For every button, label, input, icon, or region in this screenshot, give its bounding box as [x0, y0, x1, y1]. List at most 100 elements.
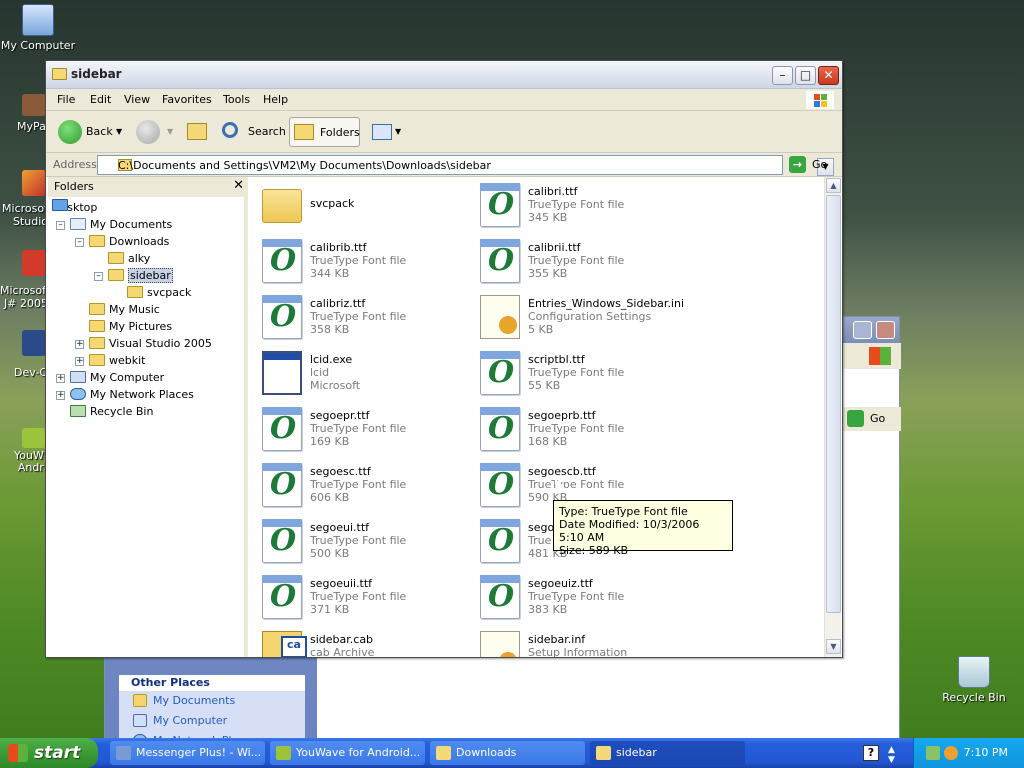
tree-item-svcpack[interactable]: svcpack [127, 284, 191, 301]
folders-button[interactable]: Folders [289, 117, 360, 147]
file-name: calibrib.ttf [310, 241, 367, 254]
folders-pane: Folders ✕ Desktop – My Documents – Downl… [48, 177, 248, 657]
android-icon [276, 746, 291, 760]
start-button[interactable]: start [0, 738, 98, 768]
file-size: 169 KB [310, 435, 350, 448]
forward-button[interactable]: ▼ [134, 117, 174, 147]
file-item[interactable]: segoeprb.ttfTrueType Font file168 KB [474, 405, 684, 455]
file-item[interactable]: segoeuiz.ttfTrueType Font file383 KB [474, 573, 684, 623]
other-places-my-computer[interactable]: My Computer [119, 711, 305, 731]
file-item[interactable]: calibri.ttfTrueType Font file345 KB [474, 181, 684, 231]
tree-item-my-network-places[interactable]: My Network Places [70, 386, 194, 403]
up-folder-button[interactable] [184, 117, 210, 147]
network-tray-icon[interactable] [926, 746, 940, 760]
window-titlebar[interactable]: sidebar – □ ✕ [46, 61, 842, 89]
tree-item-sidebar[interactable]: sidebar [108, 267, 173, 284]
minimize-button[interactable]: – [772, 66, 793, 85]
menu-help[interactable]: Help [263, 93, 288, 106]
file-item[interactable]: Entries_Windows_Sidebar.ini Configuration… [474, 293, 684, 343]
file-tooltip: Type: TrueType Font file Date Modified: … [553, 500, 733, 557]
taskbar-button-messenger[interactable]: Messenger Plus! - Wi... [110, 741, 265, 765]
file-item[interactable]: segoeuii.ttfTrueType Font file371 KB [256, 573, 466, 623]
taskbar-button-downloads[interactable]: Downloads [430, 741, 585, 765]
close-button[interactable]: ✕ [818, 66, 839, 85]
search-tray-icon[interactable] [944, 746, 958, 760]
taskbar-button-youwave[interactable]: YouWave for Android... [270, 741, 425, 765]
tree-item-my-computer[interactable]: My Computer [70, 369, 164, 386]
file-item[interactable]: sidebar.inf Setup Information [474, 629, 684, 657]
file-item[interactable]: svcpack [256, 181, 466, 231]
tree-item-desktop[interactable]: Desktop [52, 199, 97, 216]
desktop-icon-youwave[interactable]: YouW Andr [0, 428, 48, 478]
tree-item-alky[interactable]: alky [108, 250, 150, 267]
file-item[interactable]: sidebar.cabcab Archive [256, 629, 466, 657]
windows-logo-icon [869, 347, 891, 365]
close-pane-icon[interactable]: ✕ [233, 178, 244, 193]
expand-toggle[interactable]: + [56, 391, 65, 400]
tree-item-webkit[interactable]: webkit [89, 352, 146, 369]
desktop-icon-dev-cpp[interactable]: Dev-C [0, 330, 48, 380]
desktop-icon-label: MyPa [17, 120, 46, 133]
desktop-icon-recycle-bin[interactable]: Recycle Bin [934, 656, 1014, 704]
tree-label: Visual Studio 2005 [109, 337, 212, 350]
expand-toggle[interactable]: + [56, 374, 65, 383]
address-bar: Address C:\Documents and Settings\VM2\My… [46, 153, 842, 177]
expand-toggle[interactable]: + [75, 340, 84, 349]
file-item[interactable]: segoesc.ttfTrueType Font file606 KB [256, 461, 466, 511]
desktop-icon-visual-studio[interactable]: Microsof Studio [0, 170, 48, 230]
menu-view[interactable]: View [124, 93, 150, 106]
other-places-my-documents[interactable]: My Documents [119, 691, 305, 711]
collapse-toggle[interactable]: – [75, 238, 84, 247]
scroll-down-arrow-icon[interactable]: ▼ [826, 639, 841, 654]
explorer-window[interactable]: sidebar – □ ✕ File Edit View Favorites T… [45, 60, 843, 658]
file-item[interactable]: segoeui.ttfTrueType Font file500 KB [256, 517, 466, 567]
clock[interactable]: 7:10 PM [964, 746, 1008, 759]
file-item[interactable]: scriptbl.ttfTrueType Font file55 KB [474, 349, 684, 399]
address-input[interactable]: C:\Documents and Settings\VM2\My Documen… [97, 155, 834, 176]
back-button[interactable]: Back ▼ [54, 117, 124, 147]
file-item[interactable]: calibrib.ttfTrueType Font file344 KB [256, 237, 466, 287]
vertical-scrollbar[interactable]: ▲ ▼ [824, 177, 841, 657]
window-title: sidebar [71, 67, 122, 81]
file-item[interactable]: calibrii.ttfTrueType Font file355 KB [474, 237, 684, 287]
scroll-thumb[interactable] [826, 195, 841, 613]
expand-toggle[interactable]: + [75, 357, 84, 366]
tree-item-my-music[interactable]: My Music [89, 301, 160, 318]
other-places-title: Other Places [119, 675, 305, 691]
messenger-icon [116, 746, 131, 760]
folder-icon [108, 252, 124, 264]
maximize-button[interactable]: □ [795, 66, 816, 85]
tree-item-my-documents[interactable]: My Documents [70, 216, 172, 233]
menu-file[interactable]: File [57, 93, 75, 106]
menu-favorites[interactable]: Favorites [162, 93, 212, 106]
desktop-icon-jsharp[interactable]: Microsoft J# 2005 [0, 250, 48, 312]
file-item[interactable]: segoepr.ttfTrueType Font file169 KB [256, 405, 466, 455]
folder-icon [52, 68, 67, 80]
search-button[interactable]: Search [218, 117, 286, 147]
views-icon [372, 124, 392, 140]
go-button[interactable]: → Go [789, 156, 839, 174]
desktop-icon-my-computer[interactable]: My Computer [0, 4, 78, 52]
chevron-up-icon[interactable]: ▲ ▼ [888, 745, 895, 765]
go-button[interactable]: Go [847, 410, 897, 428]
font-file-icon [480, 407, 520, 451]
tree-item-recycle-bin[interactable]: Recycle Bin [70, 403, 153, 420]
file-item[interactable]: lcid.exe lcid Microsoft [256, 349, 466, 399]
desktop-icon-mypa[interactable]: MyPa [0, 94, 48, 134]
menu-tools[interactable]: Tools [223, 93, 250, 106]
collapse-toggle[interactable]: – [56, 221, 65, 230]
maximize-icon[interactable] [853, 321, 872, 339]
scroll-up-arrow-icon[interactable]: ▲ [826, 178, 841, 193]
tree-item-downloads[interactable]: Downloads [89, 233, 169, 250]
menu-edit[interactable]: Edit [90, 93, 111, 106]
tree-item-visual-studio-2005[interactable]: Visual Studio 2005 [89, 335, 212, 352]
taskbar-button-sidebar[interactable]: sidebar [590, 741, 745, 765]
close-icon[interactable] [876, 321, 895, 339]
desktop-icon-label: YouW Andr [14, 449, 44, 474]
file-item[interactable]: calibriz.ttfTrueType Font file358 KB [256, 293, 466, 343]
help-icon[interactable]: ? [863, 745, 879, 761]
collapse-toggle[interactable]: – [94, 272, 103, 281]
tree-item-my-pictures[interactable]: My Pictures [89, 318, 172, 335]
views-button[interactable]: ▼ [368, 117, 404, 147]
file-name: segoeprb.ttf [528, 409, 596, 422]
